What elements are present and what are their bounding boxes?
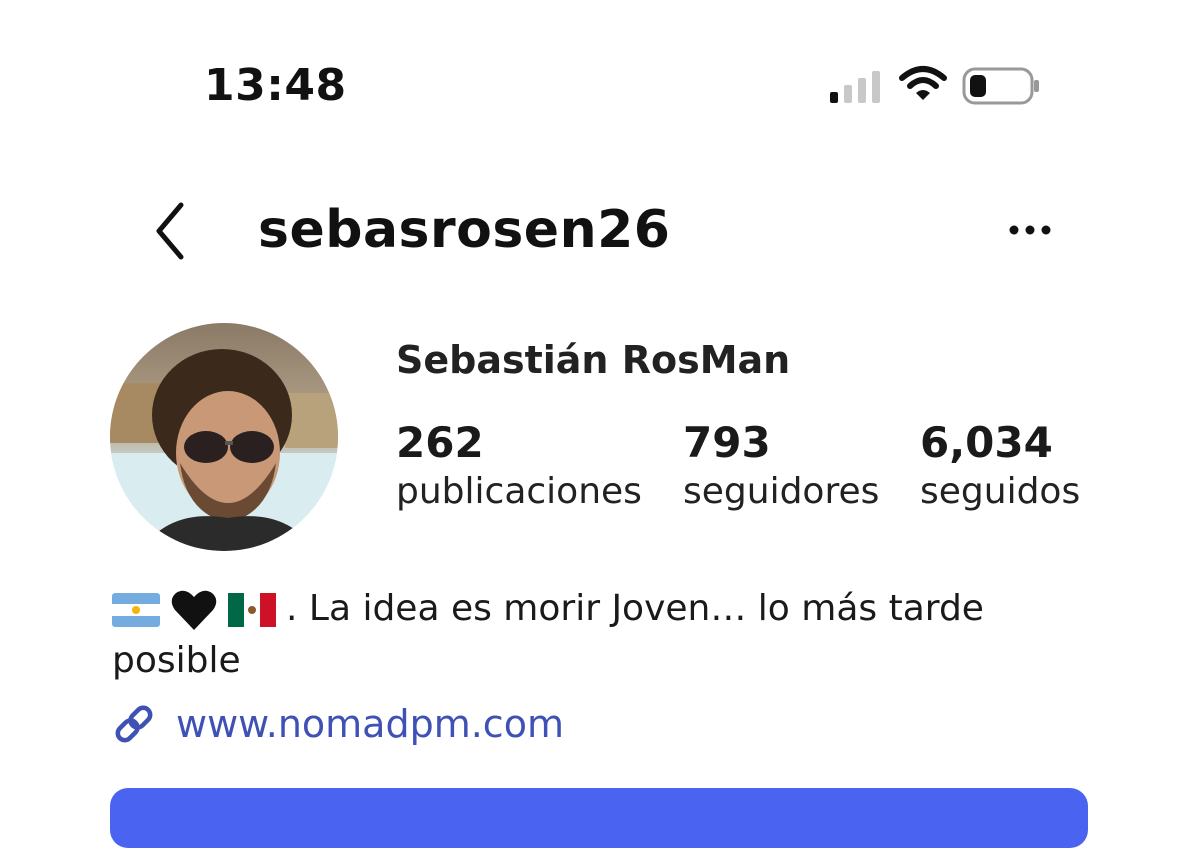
back-arrow-icon bbox=[156, 202, 184, 260]
battery-icon bbox=[962, 67, 1039, 105]
profile-username: sebasrosen26 bbox=[258, 200, 671, 260]
status-time: 13:48 bbox=[204, 60, 347, 111]
website-link[interactable]: www.nomadpm.com bbox=[110, 700, 564, 748]
more-options-button[interactable] bbox=[998, 210, 1062, 250]
back-button[interactable] bbox=[140, 196, 200, 266]
argentina-flag-icon bbox=[112, 593, 160, 627]
avatar-photo bbox=[110, 323, 338, 551]
followers-count-value: 793 bbox=[683, 418, 771, 467]
followers-count-label: seguidores bbox=[683, 471, 880, 512]
posts-count-label: publicaciones bbox=[396, 471, 642, 512]
posts-count[interactable]: 262 publicaciones bbox=[396, 418, 642, 512]
wifi-icon bbox=[899, 66, 947, 100]
following-count-label: seguidos bbox=[920, 471, 1081, 512]
signal-icon bbox=[830, 71, 880, 103]
follow-button[interactable] bbox=[110, 788, 1088, 848]
mexico-flag-icon bbox=[228, 593, 276, 627]
more-options-icon bbox=[1009, 225, 1051, 235]
following-count-value: 6,034 bbox=[920, 418, 1053, 467]
link-icon bbox=[115, 705, 153, 743]
following-count[interactable]: 6,034 seguidos bbox=[920, 418, 1080, 512]
display-name: Sebastián RosMan bbox=[396, 338, 791, 382]
bio: . La idea es morir Joven… lo más tarde p… bbox=[112, 583, 1072, 687]
posts-count-value: 262 bbox=[396, 418, 484, 467]
avatar[interactable] bbox=[110, 323, 338, 551]
followers-count[interactable]: 793 seguidores bbox=[683, 418, 879, 512]
website-link-text[interactable]: www.nomadpm.com bbox=[176, 702, 564, 746]
black-heart-icon bbox=[171, 590, 217, 630]
